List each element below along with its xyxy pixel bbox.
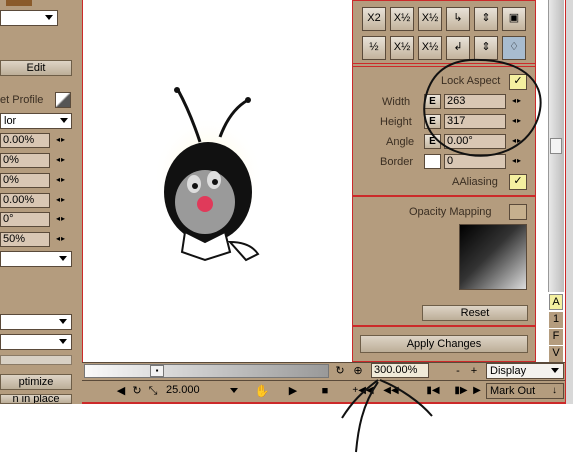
hand-drawn-annotation: [341, 58, 542, 453]
